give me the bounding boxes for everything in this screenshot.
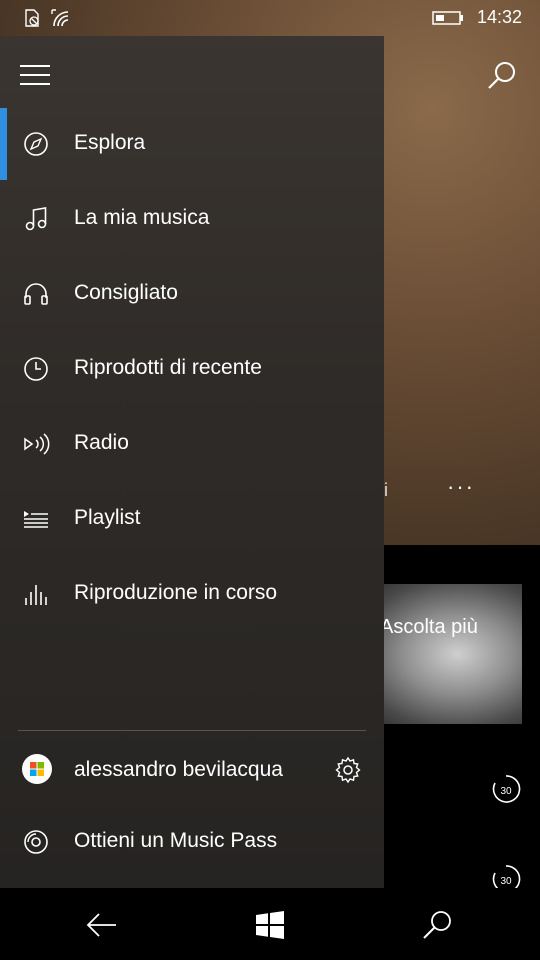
radio-icon: [24, 433, 50, 455]
music-pass-icon: [24, 830, 48, 854]
nav-item-label: Radio: [74, 431, 129, 454]
music-pass-label: Ottieni un Music Pass: [74, 829, 278, 852]
more-options-button[interactable]: ···: [447, 474, 475, 500]
promo-card-text: Ascolta più: [380, 616, 478, 638]
battery-icon: [432, 11, 463, 25]
nav-item-playlist[interactable]: Playlist: [0, 487, 384, 551]
nav-item-label: Playlist: [74, 506, 141, 529]
back-arrow-icon[interactable]: [85, 908, 119, 942]
nav-item-label: Riprodotti di recente: [74, 356, 262, 379]
no-sim-icon: [25, 9, 39, 27]
status-bar: 14:32: [0, 0, 540, 36]
nav-item-consigliato[interactable]: Consigliato: [0, 262, 384, 326]
nav-item-esplora[interactable]: Esplora: [0, 112, 384, 176]
equalizer-icon: [25, 585, 47, 605]
nav-item-label: La mia musica: [74, 206, 210, 229]
headphones-icon: [24, 283, 48, 305]
nav-item-riproduzione-in-corso[interactable]: Riproduzione in corso: [0, 562, 384, 626]
nav-item-riprodotti-di-recente[interactable]: Riprodotti di recente: [0, 337, 384, 401]
avatar: [22, 754, 52, 784]
divider: [18, 730, 366, 731]
search-icon[interactable]: [421, 908, 455, 942]
playlist-icon: [24, 511, 48, 528]
skip-30-label: 30: [500, 876, 512, 887]
clock-time: 14:32: [476, 7, 522, 27]
nav-item-label: Riproduzione in corso: [74, 581, 278, 604]
gear-icon[interactable]: [334, 756, 362, 784]
music-note-icon: [25, 207, 47, 231]
compass-icon: [24, 132, 48, 156]
search-icon[interactable]: [484, 58, 520, 94]
skip-30-label: 30: [500, 786, 512, 797]
nav-item-la-mia-musica[interactable]: La mia musica: [0, 187, 384, 251]
hamburger-menu-icon[interactable]: [18, 58, 52, 92]
windows-logo-icon: [30, 762, 44, 776]
windows-start-icon[interactable]: [253, 908, 287, 942]
clock-icon: [24, 357, 48, 381]
account-row[interactable]: alessandro bevilacqua: [0, 738, 384, 800]
nav-item-label: Esplora: [74, 131, 146, 154]
nav-item-radio[interactable]: Radio: [0, 412, 384, 476]
wifi-icon: [51, 9, 69, 27]
navigation-drawer: Esplora La mia musica Consigliato Riprod…: [0, 36, 384, 888]
promo-card[interactable]: [360, 584, 522, 724]
account-name: alessandro bevilacqua: [74, 758, 283, 781]
music-pass-row[interactable]: Ottieni un Music Pass: [0, 810, 384, 874]
skip-30-icon[interactable]: 30: [491, 774, 521, 804]
nav-item-label: Consigliato: [74, 281, 178, 304]
system-navigation-bar: [0, 888, 540, 960]
